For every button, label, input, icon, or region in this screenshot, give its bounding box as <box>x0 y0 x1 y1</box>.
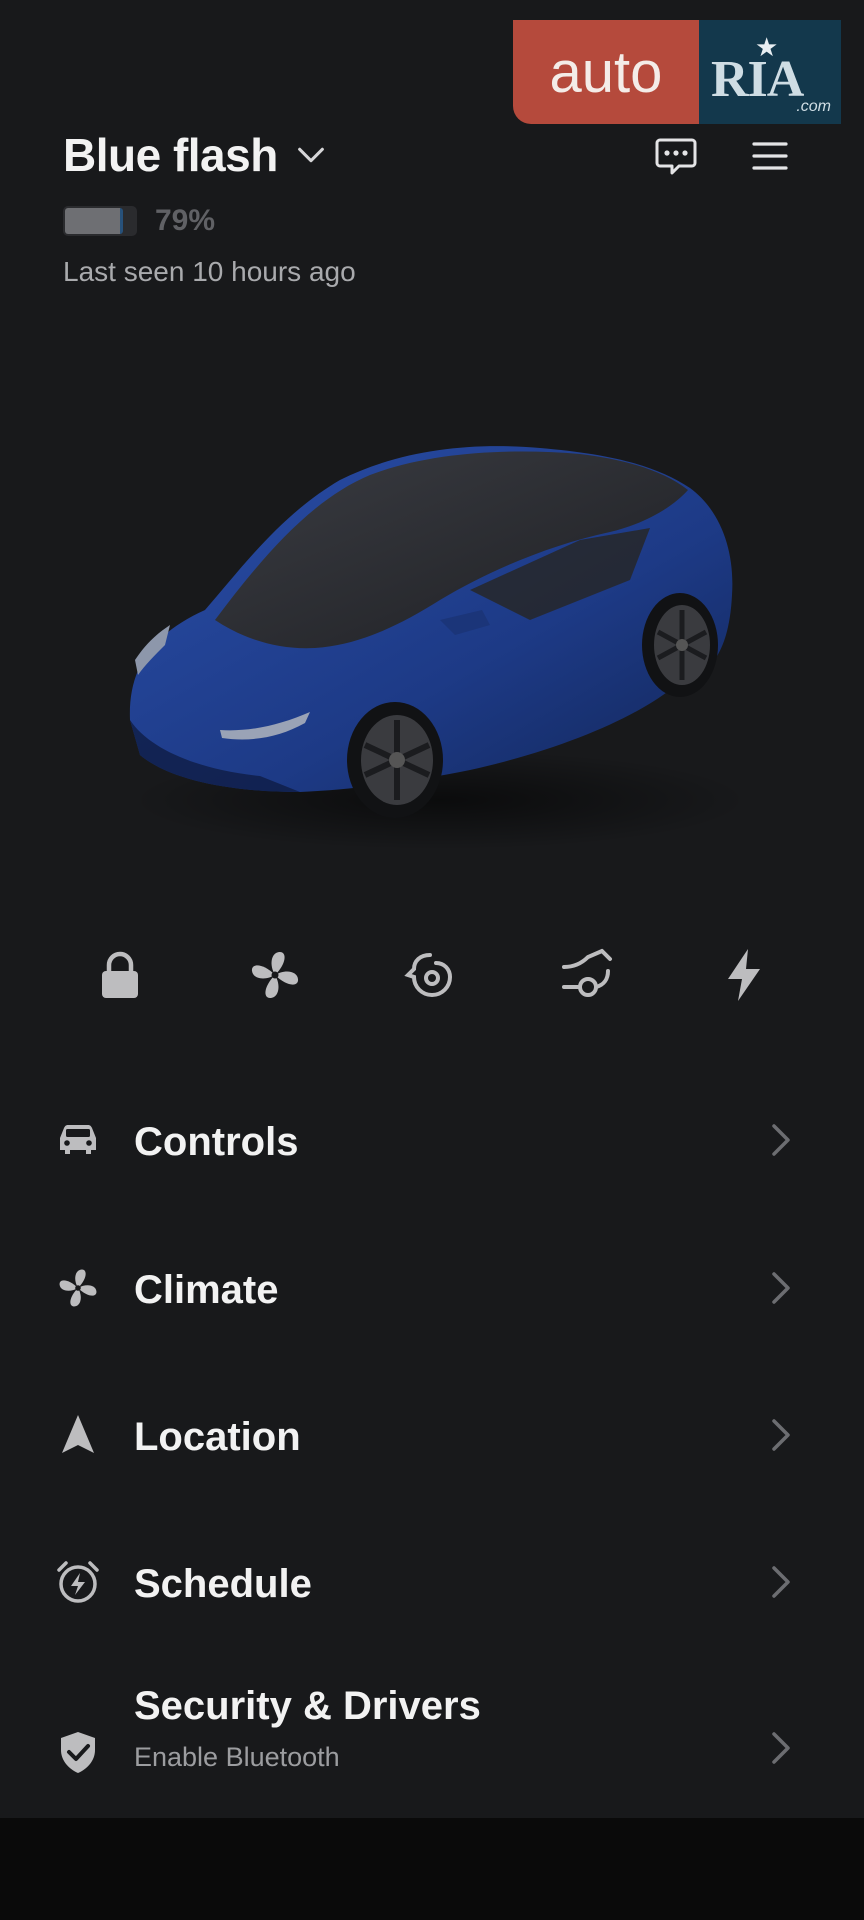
chevron-right-icon <box>772 1124 790 1156</box>
rear-wheel <box>642 593 718 697</box>
menu-item-controls[interactable]: Controls <box>0 1080 864 1200</box>
car-selector[interactable]: Blue flash <box>63 128 328 182</box>
menu-label-schedule: Schedule <box>134 1562 312 1606</box>
menu-label-location: Location <box>134 1415 301 1459</box>
alarm-clock-icon <box>57 1561 99 1603</box>
car-image <box>129 446 750 850</box>
menu-item-climate[interactable]: Climate <box>0 1228 864 1348</box>
trunk-icon[interactable] <box>558 945 618 1005</box>
charge-port-icon[interactable] <box>714 945 774 1005</box>
frunk-icon[interactable] <box>402 945 462 1005</box>
menu-sub-enable-bluetooth[interactable]: Enable Bluetooth <box>134 1742 340 1773</box>
car-name: Blue flash <box>63 129 278 181</box>
menu-label-controls: Controls <box>134 1120 299 1164</box>
system-navigation-bar <box>0 1818 864 1920</box>
fan-icon[interactable] <box>245 945 305 1005</box>
chat-icon[interactable] <box>652 132 700 180</box>
chevron-right-icon <box>772 1732 790 1764</box>
lock-icon[interactable] <box>90 945 150 1005</box>
chevron-down-icon <box>297 147 324 163</box>
header-actions <box>652 132 794 180</box>
fan-icon <box>59 1269 97 1307</box>
front-wheel <box>347 702 443 818</box>
battery-percent: 79% <box>155 204 216 237</box>
car-icon <box>60 1125 96 1154</box>
chevron-right-icon <box>772 1566 790 1598</box>
menu-label-climate: Climate <box>134 1268 279 1312</box>
watermark-ria: ★ RIA .com <box>699 20 841 124</box>
watermark-auto: auto <box>513 20 699 124</box>
menu-item-schedule[interactable]: Schedule <box>0 1522 864 1642</box>
location-arrow-icon <box>62 1415 94 1453</box>
last-seen-text: Last seen 10 hours ago <box>63 256 356 287</box>
watermark-ria-text: RIA <box>711 51 804 108</box>
shield-check-icon <box>61 1732 95 1773</box>
app-screen: auto ★ RIA .com Blue flash 79% Last seen… <box>0 0 864 1818</box>
menu-item-security-drivers[interactable]: Security & Drivers Enable Bluetooth <box>0 1670 864 1800</box>
watermark: auto ★ RIA .com <box>513 20 841 124</box>
battery-status: 79% <box>63 204 215 238</box>
battery-level-bar <box>65 208 123 234</box>
watermark-suffix: .com <box>796 98 831 115</box>
menu-icon[interactable] <box>746 132 794 180</box>
menu-item-location[interactable]: Location <box>0 1375 864 1495</box>
menu-label-security-drivers: Security & Drivers <box>134 1684 481 1728</box>
chevron-right-icon <box>772 1419 790 1451</box>
chevron-right-icon <box>772 1272 790 1304</box>
battery-icon <box>63 206 137 236</box>
